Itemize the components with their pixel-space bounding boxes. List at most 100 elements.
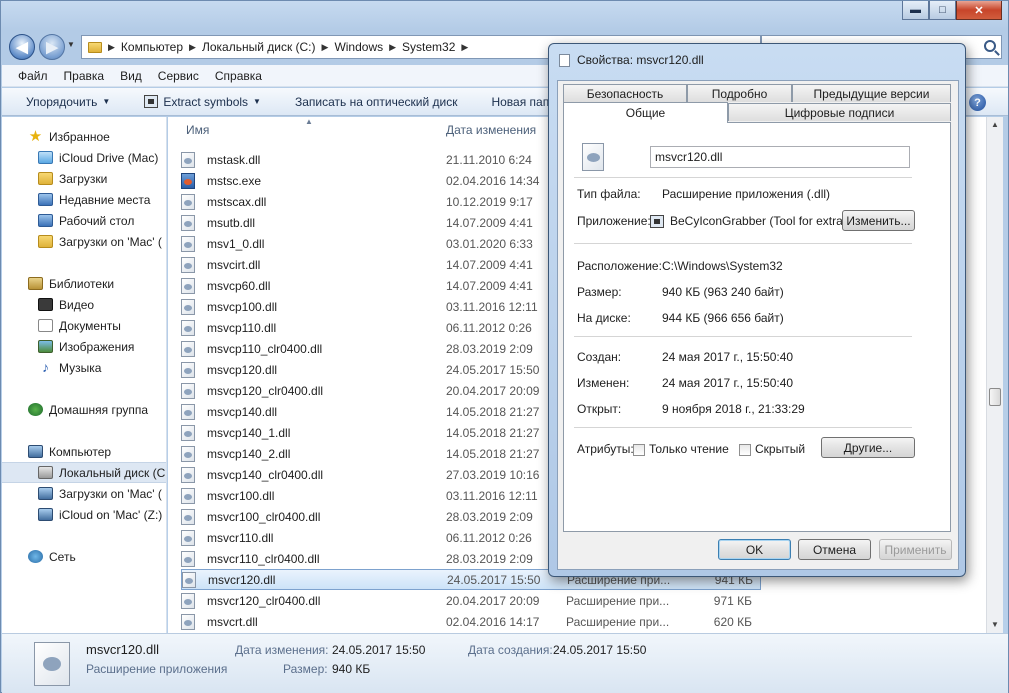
scroll-thumb[interactable]: [989, 388, 1001, 406]
nav-label: Избранное: [49, 129, 110, 144]
nav-label: Загрузки on 'Mac' (: [59, 486, 162, 501]
file-row[interactable]: msvcr120_clr0400.dll 20.04.2017 20:09 Расш…: [181, 590, 761, 611]
breadcrumb-computer[interactable]: Компьютер: [121, 40, 183, 54]
breadcrumb-system32[interactable]: System32: [402, 40, 455, 54]
chevron-right-icon[interactable]: ▶: [189, 42, 196, 53]
dll-file-icon: [181, 613, 195, 630]
application-name: BeCyIconGrabber (Tool for extracti: [670, 214, 855, 228]
history-dropdown-icon[interactable]: ▼: [67, 40, 75, 49]
window-controls: ▬ □ ✕: [902, 1, 1002, 20]
nav-mac-downloads[interactable]: Загрузки on 'Mac' (: [2, 231, 166, 252]
column-header-name[interactable]: Имя: [186, 117, 209, 142]
minimize-button[interactable]: ▬: [902, 1, 929, 20]
tab-previous-versions[interactable]: Предыдущие версии: [792, 84, 951, 102]
general-tab-panel: msvcr120.dll Тип файла: Расширение прило…: [563, 122, 951, 532]
advanced-button[interactable]: Другие...: [821, 437, 915, 458]
search-icon[interactable]: [984, 40, 996, 52]
chevron-down-icon: ▼: [253, 97, 261, 106]
desktop-icon: [38, 214, 53, 227]
dll-file-icon: [582, 143, 604, 171]
chevron-right-icon[interactable]: ▶: [108, 42, 115, 53]
tab-security[interactable]: Безопасность: [563, 84, 687, 102]
file-row[interactable]: msvcrt.dll 02.04.2016 14:17 Расширение при…: [181, 611, 761, 632]
menu-view[interactable]: Вид: [120, 69, 142, 83]
video-icon: [38, 298, 53, 311]
menu-edit[interactable]: Правка: [64, 69, 105, 83]
file-date: 24.05.2017 15:50: [446, 362, 540, 377]
chevron-down-icon: ▼: [102, 97, 111, 106]
folder-icon: [88, 41, 102, 53]
nav-local-disk[interactable]: Локальный диск (C: [2, 462, 166, 483]
menu-file[interactable]: Файл: [18, 69, 48, 83]
nav-icloud-drive-z[interactable]: iCloud on 'Mac' (Z:): [2, 504, 166, 525]
properties-dialog: Свойства: msvcr120.dll Безопасность Подр…: [548, 43, 966, 577]
ok-button[interactable]: OK: [718, 539, 791, 560]
forward-button[interactable]: ▶: [39, 34, 65, 60]
organize-button[interactable]: Упорядочить ▼: [26, 95, 110, 109]
nav-computer[interactable]: Компьютер: [2, 441, 166, 462]
network-drive-icon: [38, 508, 53, 521]
file-date: 06.11.2012 0:26: [446, 530, 532, 545]
breadcrumb-drive[interactable]: Локальный диск (C:): [202, 40, 316, 54]
details-created: 24.05.2017 15:50: [553, 643, 647, 657]
back-button[interactable]: ◀: [9, 34, 35, 60]
nav-video[interactable]: Видео: [2, 294, 166, 315]
tab-details[interactable]: Подробно: [687, 84, 792, 102]
file-date: 02.04.2016 14:17: [446, 614, 540, 629]
extract-symbols-button[interactable]: Extract symbols ▼: [144, 95, 261, 109]
apply-button[interactable]: Применить: [879, 539, 952, 560]
chevron-right-icon[interactable]: ▶: [389, 42, 396, 53]
chevron-right-icon[interactable]: ▶: [322, 42, 329, 53]
filename-input[interactable]: msvcr120.dll: [650, 146, 910, 168]
change-button[interactable]: Изменить...: [842, 210, 915, 231]
menu-tools[interactable]: Сервис: [158, 69, 199, 83]
dll-file-icon: [181, 277, 195, 294]
file-date: 03.11.2016 12:11: [446, 488, 538, 503]
scroll-up-icon[interactable]: ▲: [987, 117, 1003, 133]
file-name: msvcr110_clr0400.dll: [207, 551, 320, 566]
file-name: msvcp140_1.dll: [207, 425, 291, 440]
breadcrumb-windows[interactable]: Windows: [334, 40, 383, 54]
file-date: 20.04.2017 20:09: [446, 383, 540, 398]
readonly-checkbox[interactable]: Только чтение: [633, 442, 729, 456]
chevron-right-icon[interactable]: ▶: [461, 42, 468, 53]
nav-music[interactable]: ♪ Музыка: [2, 357, 166, 378]
tab-general[interactable]: Общие: [563, 102, 728, 123]
tab-digital-signatures[interactable]: Цифровые подписи: [728, 103, 951, 121]
nav-network[interactable]: Сеть: [2, 546, 166, 567]
nav-label: Домашняя группа: [49, 402, 149, 417]
burn-button[interactable]: Записать на оптический диск: [295, 95, 458, 109]
nav-desktop[interactable]: Рабочий стол: [2, 210, 166, 231]
nav-recent[interactable]: Недавние места: [2, 189, 166, 210]
file-date: 14.05.2018 21:27: [446, 404, 540, 419]
hidden-checkbox[interactable]: Скрытый: [739, 442, 805, 456]
cancel-button[interactable]: Отмена: [798, 539, 871, 560]
nav-documents[interactable]: Документы: [2, 315, 166, 336]
file-name: msvcrt.dll: [207, 614, 258, 629]
cloud-icon: [38, 151, 53, 164]
nav-favorites[interactable]: ★ Избранное: [2, 126, 166, 147]
dll-file-icon: [181, 466, 195, 483]
vertical-scrollbar[interactable]: ▲ ▼: [986, 117, 1003, 633]
file-name: msvcr110.dll: [207, 530, 274, 545]
navigation-pane[interactable]: ★ Избранное iCloud Drive (Mac) Загрузки Н…: [2, 117, 167, 633]
dll-file-icon: [182, 571, 196, 588]
nav-pictures[interactable]: Изображения: [2, 336, 166, 357]
nav-downloads[interactable]: Загрузки: [2, 168, 166, 189]
file-name: msvcp60.dll: [207, 278, 271, 293]
file-name: mstsc.exe: [207, 173, 262, 188]
dll-file-icon: [181, 214, 195, 231]
dialog-title: Свойства: msvcr120.dll: [577, 53, 704, 67]
file-date: 06.11.2012 0:26: [446, 320, 532, 335]
scroll-down-icon[interactable]: ▼: [987, 617, 1003, 633]
nav-homegroup[interactable]: Домашняя группа: [2, 399, 166, 420]
file-type: Расширение при...: [566, 614, 670, 629]
nav-libraries[interactable]: Библиотеки: [2, 273, 166, 294]
maximize-button[interactable]: □: [929, 1, 956, 20]
help-icon[interactable]: ?: [969, 94, 986, 111]
close-button[interactable]: ✕: [956, 1, 1002, 20]
column-header-date[interactable]: Дата изменения: [446, 117, 536, 142]
nav-mac-downloads-drive[interactable]: Загрузки on 'Mac' (: [2, 483, 166, 504]
menu-help[interactable]: Справка: [215, 69, 262, 83]
nav-icloud-drive[interactable]: iCloud Drive (Mac): [2, 147, 166, 168]
